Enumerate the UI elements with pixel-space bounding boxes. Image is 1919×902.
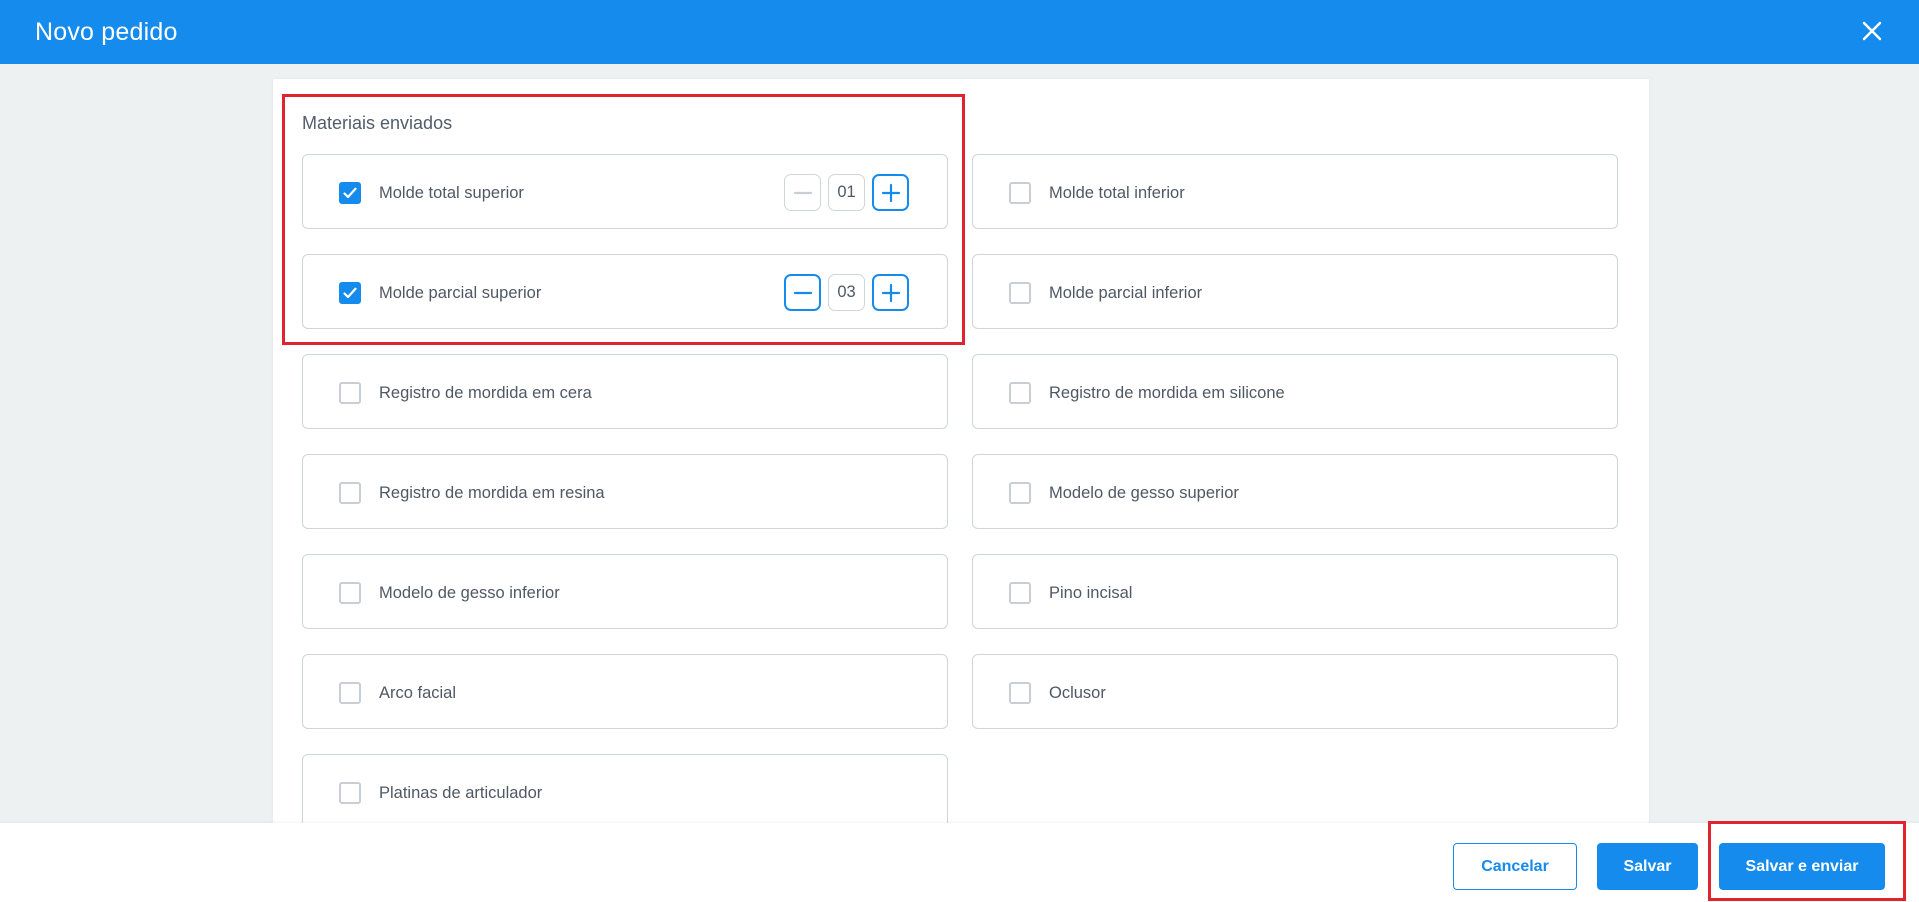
material-item[interactable]: Modelo de gesso inferior — [302, 554, 948, 629]
material-checkbox[interactable] — [339, 782, 361, 804]
material-checkbox[interactable] — [339, 482, 361, 504]
material-label: Platinas de articulador — [379, 784, 543, 802]
save-button[interactable]: Salvar — [1597, 843, 1698, 890]
material-checkbox[interactable] — [1009, 282, 1031, 304]
close-icon — [1862, 21, 1882, 41]
material-checkbox[interactable] — [1009, 682, 1031, 704]
cancel-button[interactable]: Cancelar — [1453, 843, 1577, 890]
material-item[interactable]: Molde total inferior — [972, 154, 1618, 229]
material-item[interactable]: Registro de mordida em resina — [302, 454, 948, 529]
material-item[interactable]: Molde total superior 01 — [302, 154, 948, 229]
material-label: Registro de mordida em silicone — [1049, 384, 1285, 402]
material-checkbox[interactable] — [1009, 482, 1031, 504]
quantity-value[interactable]: 01 — [828, 174, 865, 211]
quantity-stepper: 01 — [784, 174, 909, 211]
material-label: Molde total inferior — [1049, 184, 1185, 202]
material-item[interactable]: Registro de mordida em cera — [302, 354, 948, 429]
material-item[interactable]: Oclusor — [972, 654, 1618, 729]
material-label: Molde total superior — [379, 184, 524, 202]
increment-button[interactable] — [872, 274, 909, 311]
material-item[interactable]: Pino incisal — [972, 554, 1618, 629]
modal-title: Novo pedido — [35, 17, 178, 46]
decrement-button[interactable] — [784, 174, 821, 211]
material-label: Arco facial — [379, 684, 457, 702]
material-item[interactable]: Platinas de articulador — [302, 754, 948, 829]
material-checkbox[interactable] — [1009, 582, 1031, 604]
material-label: Registro de mordida em cera — [379, 384, 592, 402]
material-item[interactable]: Registro de mordida em silicone — [972, 354, 1618, 429]
decrement-button[interactable] — [784, 274, 821, 311]
modal-footer: Cancelar Salvar Salvar e enviar — [0, 823, 1919, 902]
material-label: Pino incisal — [1049, 584, 1133, 602]
material-checkbox[interactable] — [1009, 382, 1031, 404]
minus-icon — [793, 291, 812, 294]
quantity-stepper: 03 — [784, 274, 909, 311]
material-label: Modelo de gesso inferior — [379, 584, 560, 602]
close-button[interactable] — [1859, 18, 1885, 44]
material-item[interactable]: Modelo de gesso superior — [972, 454, 1618, 529]
plus-icon — [881, 183, 900, 202]
minus-icon — [793, 191, 812, 194]
material-item[interactable]: Arco facial — [302, 654, 948, 729]
modal-header: Novo pedido — [0, 0, 1919, 64]
material-label: Oclusor — [1049, 684, 1106, 702]
material-checkbox[interactable] — [339, 582, 361, 604]
material-checkbox[interactable] — [339, 282, 361, 304]
material-label: Registro de mordida em resina — [379, 484, 605, 502]
material-label: Modelo de gesso superior — [1049, 484, 1239, 502]
quantity-value[interactable]: 03 — [828, 274, 865, 311]
materials-panel: Materiais enviados Molde total superior 0… — [273, 79, 1649, 829]
material-item[interactable]: Molde parcial inferior — [972, 254, 1618, 329]
material-label: Molde parcial superior — [379, 284, 542, 302]
material-label: Molde parcial inferior — [1049, 284, 1203, 302]
material-item[interactable]: Molde parcial superior 03 — [302, 254, 948, 329]
material-checkbox[interactable] — [339, 182, 361, 204]
save-and-send-button[interactable]: Salvar e enviar — [1719, 843, 1885, 890]
material-checkbox[interactable] — [1009, 182, 1031, 204]
check-icon — [343, 187, 357, 199]
plus-icon — [881, 283, 900, 302]
check-icon — [343, 287, 357, 299]
increment-button[interactable] — [872, 174, 909, 211]
material-checkbox[interactable] — [339, 682, 361, 704]
section-title: Materiais enviados — [302, 113, 453, 133]
material-checkbox[interactable] — [339, 382, 361, 404]
